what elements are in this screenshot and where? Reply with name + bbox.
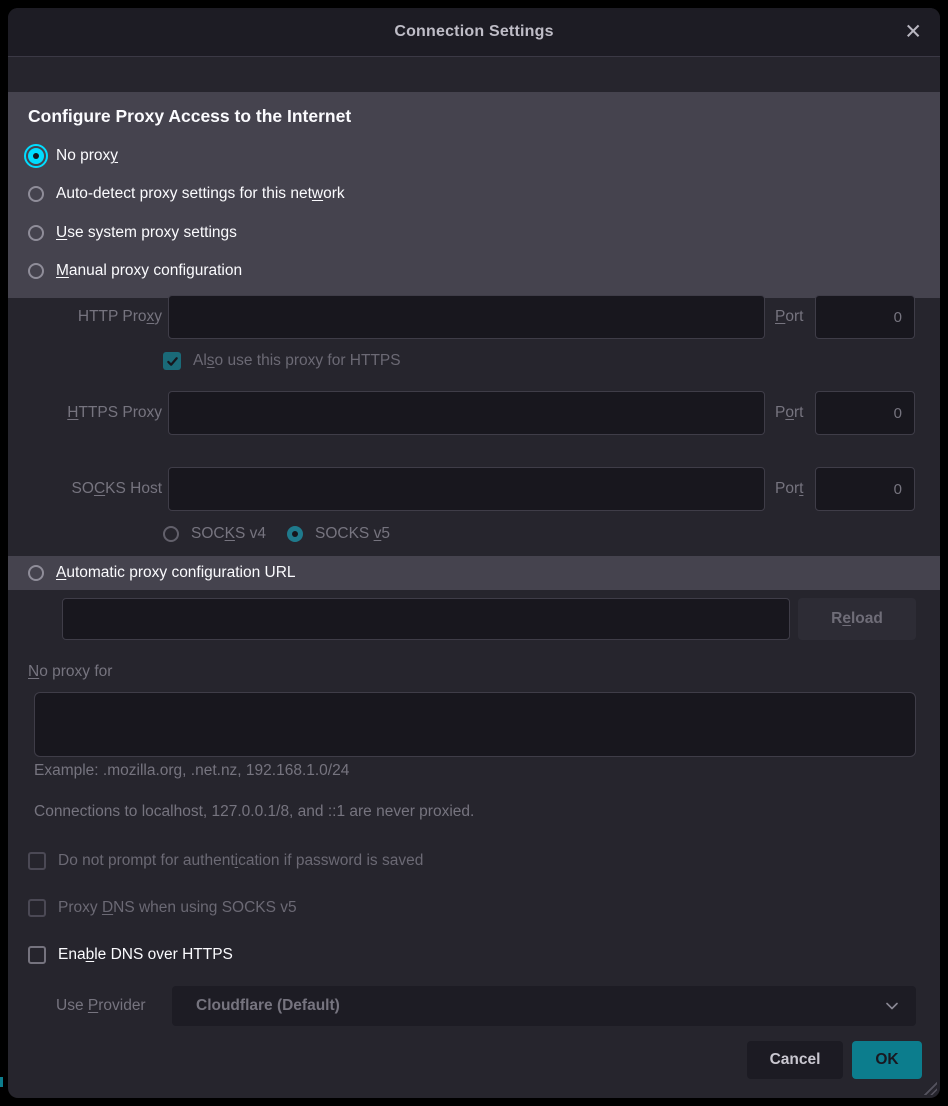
resize-grip[interactable] xyxy=(922,1080,937,1095)
socks-host-label: SOCKS Host xyxy=(28,467,162,511)
http-port-input[interactable] xyxy=(815,295,915,339)
cancel-button[interactable]: Cancel xyxy=(747,1041,843,1079)
connection-settings-dialog: Connection Settings ✕ Configure Proxy Ac… xyxy=(8,8,940,1098)
localhost-hint: Connections to localhost, 127.0.0.1/8, a… xyxy=(34,803,474,821)
use-provider-label: Use Provider xyxy=(56,996,146,1016)
radio-button xyxy=(28,225,44,241)
radio-option-auto-detect[interactable]: Auto-detect proxy settings for this netw… xyxy=(28,182,345,206)
radio-button-selected xyxy=(28,148,44,164)
checkbox-label: Enable DNS over HTTPS xyxy=(58,946,233,964)
no-prompt-auth-checkbox[interactable]: Do not prompt for authentication if pass… xyxy=(28,852,423,870)
no-proxy-textarea[interactable] xyxy=(34,692,916,757)
radio-option-socks-v4[interactable]: SOCKS v4 xyxy=(163,522,266,546)
radio-label: SOCKS v4 xyxy=(191,525,266,543)
radio-label: Auto-detect proxy settings for this netw… xyxy=(56,185,345,203)
radio-button xyxy=(28,186,44,202)
chevron-down-icon xyxy=(884,998,900,1014)
provider-select[interactable]: Cloudflare (Default) xyxy=(172,986,916,1026)
no-proxy-for-label: No proxy for xyxy=(28,662,112,682)
reload-button[interactable]: Reload xyxy=(798,598,916,640)
http-proxy-label: HTTP Proxy xyxy=(28,295,162,339)
radio-label: Manual proxy configuration xyxy=(56,262,242,280)
radio-label: SOCKS v5 xyxy=(315,525,390,543)
checkbox-unchecked xyxy=(28,899,46,917)
provider-selected-value: Cloudflare (Default) xyxy=(196,997,884,1015)
radio-label: Automatic proxy configuration URL xyxy=(56,564,296,582)
proxy-dns-checkbox[interactable]: Proxy DNS when using SOCKS v5 xyxy=(28,899,297,917)
https-port-label: Port xyxy=(775,391,803,435)
edge-artifact xyxy=(0,1077,3,1087)
dialog-title: Connection Settings xyxy=(394,23,553,41)
https-proxy-input[interactable] xyxy=(168,391,765,435)
socks-port-input[interactable] xyxy=(815,467,915,511)
radio-button xyxy=(163,526,179,542)
radio-button xyxy=(28,565,44,581)
example-hint: Example: .mozilla.org, .net.nz, 192.168.… xyxy=(34,762,349,780)
titlebar: Connection Settings ✕ xyxy=(8,8,940,57)
radio-option-manual-proxy[interactable]: Manual proxy configuration xyxy=(28,259,242,283)
socks-host-input[interactable] xyxy=(168,467,765,511)
radio-label: No proxy xyxy=(56,147,118,165)
checkbox-checked xyxy=(163,352,181,370)
http-port-label: Port xyxy=(775,295,803,339)
section-heading: Configure Proxy Access to the Internet xyxy=(28,106,351,127)
checkbox-unchecked xyxy=(28,852,46,870)
checkbox-label: Proxy DNS when using SOCKS v5 xyxy=(58,899,297,917)
radio-button-selected xyxy=(287,526,303,542)
radio-option-socks-v5[interactable]: SOCKS v5 xyxy=(287,522,390,546)
socks-port-label: Port xyxy=(775,467,803,511)
checkbox-label: Do not prompt for authentication if pass… xyxy=(58,852,423,870)
close-icon[interactable]: ✕ xyxy=(904,22,922,43)
radio-option-auto-url[interactable]: Automatic proxy configuration URL xyxy=(28,561,296,585)
checkbox-unchecked xyxy=(28,946,46,964)
checkbox-label: Also use this proxy for HTTPS xyxy=(193,352,401,370)
radio-button xyxy=(28,263,44,279)
ok-button[interactable]: OK xyxy=(852,1041,922,1079)
radio-option-no-proxy[interactable]: No proxy xyxy=(28,144,118,168)
https-proxy-label: HTTPS Proxy xyxy=(28,391,162,435)
auto-url-band: Automatic proxy configuration URL xyxy=(8,556,940,590)
also-https-checkbox[interactable]: Also use this proxy for HTTPS xyxy=(163,352,401,370)
https-port-input[interactable] xyxy=(815,391,915,435)
auto-config-url-input[interactable] xyxy=(62,598,790,640)
check-icon xyxy=(166,355,179,368)
radio-option-system-proxy[interactable]: Use system proxy settings xyxy=(28,221,237,245)
doh-checkbox[interactable]: Enable DNS over HTTPS xyxy=(28,946,233,964)
http-proxy-input[interactable] xyxy=(168,295,765,339)
radio-label: Use system proxy settings xyxy=(56,224,237,242)
